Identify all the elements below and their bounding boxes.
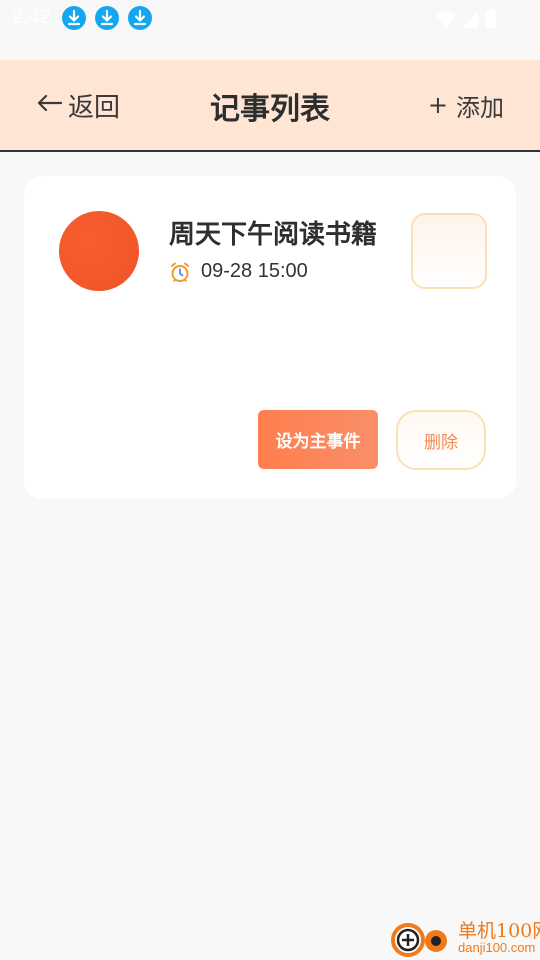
watermark: 单机100网 danji100.com: [388, 916, 540, 960]
screen: 2:42 返回 记事列表 + 添加 周天下午阅读书籍 09-28 15:00 设…: [0, 0, 540, 960]
delete-button[interactable]: 删除: [396, 410, 486, 470]
add-label: 添加: [456, 93, 504, 122]
wifi-icon: [436, 11, 456, 28]
event-avatar: [59, 211, 139, 291]
event-title: 周天下午阅读书籍: [169, 220, 378, 250]
event-card: 周天下午阅读书籍 09-28 15:00 设为主事件 删除: [24, 176, 516, 499]
download-icon: [62, 6, 86, 30]
add-button[interactable]: + 添加: [428, 86, 504, 124]
header: 返回 记事列表 + 添加: [0, 60, 540, 152]
battery-icon: [486, 9, 496, 28]
download-icon: [95, 6, 119, 30]
watermark-name: 单机100网: [458, 920, 540, 942]
event-time-row: 09-28 15:00: [169, 260, 308, 283]
status-bar: 2:42: [0, 0, 540, 38]
status-right-icons: [434, 8, 504, 30]
signal-icon: [462, 12, 478, 28]
alarm-clock-icon: [169, 261, 191, 283]
plus-icon: +: [427, 91, 448, 119]
watermark-url: danji100.com: [458, 940, 536, 955]
set-main-event-button[interactable]: 设为主事件: [258, 410, 378, 469]
status-time: 2:42: [12, 6, 51, 28]
download-icon: [128, 6, 152, 30]
event-checkbox[interactable]: [411, 213, 487, 289]
event-time: 09-28 15:00: [201, 260, 308, 282]
watermark-logo: [391, 923, 447, 957]
